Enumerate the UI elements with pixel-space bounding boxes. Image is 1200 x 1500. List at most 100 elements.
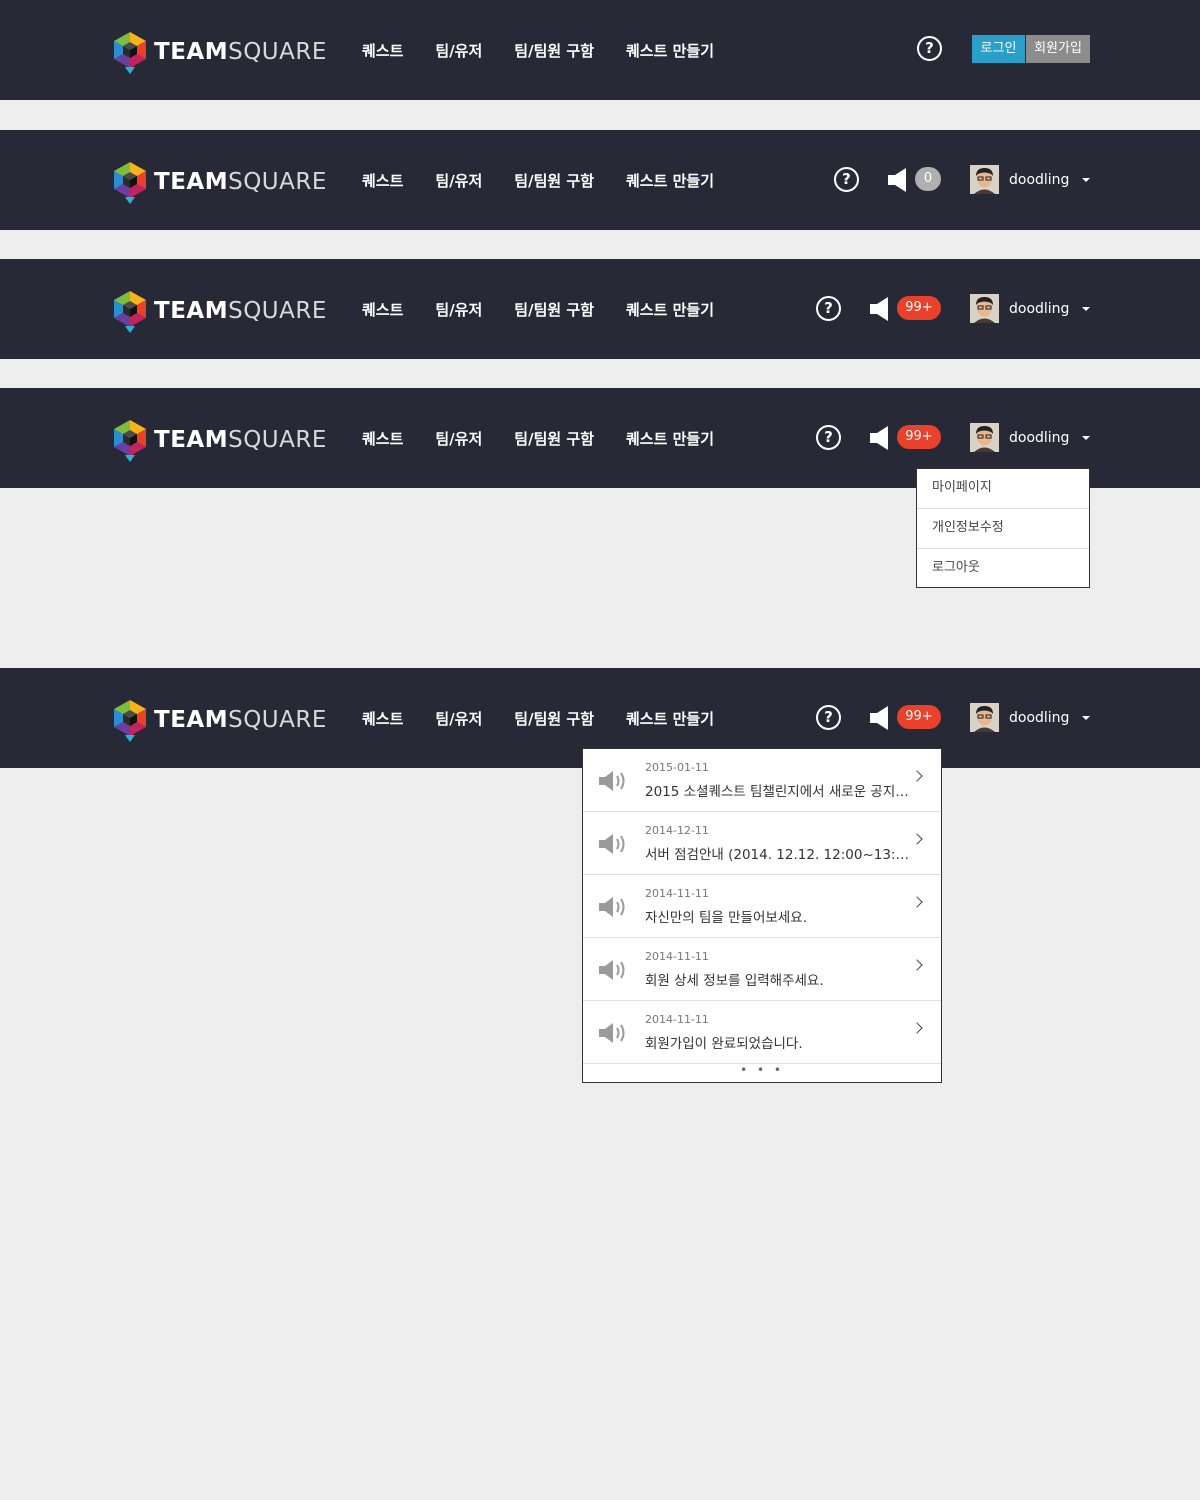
teamsquare-logo-icon — [114, 291, 146, 333]
username: doodling — [1009, 709, 1070, 726]
notice-item[interactable]: 2015-01-11 2015 소셜퀘스트 팀챌린지에서 새로운 공지가... — [583, 749, 941, 812]
logo-text: TEAMSQUARE — [154, 706, 327, 733]
notification-badge[interactable]: 99+ — [897, 296, 941, 320]
logo-text: TEAMSQUARE — [154, 38, 327, 65]
help-icon[interactable]: ? — [917, 36, 942, 61]
avatar — [970, 703, 999, 732]
teamsquare-logo-icon — [114, 420, 146, 462]
nav-item-recruit[interactable]: 팀/팀원 구함 — [514, 170, 594, 191]
teamsquare-logo-icon — [114, 700, 146, 742]
nav-item-recruit[interactable]: 팀/팀원 구함 — [514, 40, 594, 61]
notice-date: 2015-01-11 — [645, 761, 709, 774]
nav-item-team-user[interactable]: 팀/유저 — [435, 170, 482, 191]
nav-item-create-quest[interactable]: 퀘스트 만들기 — [626, 170, 714, 191]
notice-text: 회원 상세 정보를 입력해주세요. — [645, 973, 824, 989]
nav-item-quest[interactable]: 퀘스트 — [362, 40, 403, 61]
notice-dropdown: 2015-01-11 2015 소셜퀘스트 팀챌린지에서 새로운 공지가... … — [582, 748, 942, 1083]
header-bar-logged-out: TEAMSQUARE 퀘스트 팀/유저 팀/팀원 구함 퀘스트 만들기 ? 로그… — [0, 0, 1200, 100]
nav-item-quest[interactable]: 퀘스트 — [362, 299, 403, 320]
notice-date: 2014-11-11 — [645, 1013, 709, 1026]
nav-item-quest[interactable]: 퀘스트 — [362, 170, 403, 191]
nav-item-team-user[interactable]: 팀/유저 — [435, 40, 482, 61]
avatar — [970, 294, 999, 323]
username: doodling — [1009, 300, 1070, 317]
menu-item-logout[interactable]: 로그아웃 — [917, 549, 1089, 587]
logo-text: TEAMSQUARE — [154, 426, 327, 453]
nav-item-recruit[interactable]: 팀/팀원 구함 — [514, 428, 594, 449]
main-nav: 퀘스트 팀/유저 팀/팀원 구함 퀘스트 만들기 — [362, 0, 746, 100]
nav-item-create-quest[interactable]: 퀘스트 만들기 — [626, 708, 714, 729]
nav-item-team-user[interactable]: 팀/유저 — [435, 708, 482, 729]
caret-down-icon[interactable] — [1082, 716, 1090, 720]
help-icon[interactable]: ? — [834, 167, 859, 192]
notice-item[interactable]: 2014-11-11 회원가입이 완료되었습니다. — [583, 1001, 941, 1064]
chevron-right-icon — [911, 770, 923, 782]
user-profile[interactable]: doodling — [970, 423, 1069, 452]
notice-date: 2014-11-11 — [645, 887, 709, 900]
header-bar-logged-in-notices: TEAMSQUARE 퀘스트 팀/유저 팀/팀원 구함 퀘스트 만들기 ? 99… — [0, 259, 1200, 359]
teamsquare-logo-icon — [114, 32, 146, 74]
user-profile[interactable]: doodling — [970, 703, 1069, 732]
logo[interactable]: TEAMSQUARE — [110, 418, 327, 462]
logo-text: TEAMSQUARE — [154, 168, 327, 195]
logo-text: TEAMSQUARE — [154, 297, 327, 324]
caret-down-icon[interactable] — [1082, 178, 1090, 182]
notice-text: 2015 소셜퀘스트 팀챌린지에서 새로운 공지가... — [645, 784, 909, 800]
notice-date: 2014-11-11 — [645, 950, 709, 963]
help-icon[interactable]: ? — [816, 425, 841, 450]
nav-item-recruit[interactable]: 팀/팀원 구함 — [514, 299, 594, 320]
help-icon[interactable]: ? — [816, 296, 841, 321]
avatar — [970, 165, 999, 194]
logo[interactable]: TEAMSQUARE — [110, 698, 327, 742]
login-button[interactable]: 로그인 — [972, 35, 1025, 63]
speaker-icon — [599, 895, 629, 919]
nav-item-create-quest[interactable]: 퀘스트 만들기 — [626, 428, 714, 449]
notice-item[interactable]: 2014-11-11 회원 상세 정보를 입력해주세요. — [583, 938, 941, 1001]
chevron-right-icon — [911, 959, 923, 971]
avatar — [970, 423, 999, 452]
username: doodling — [1009, 429, 1070, 446]
help-icon[interactable]: ? — [816, 705, 841, 730]
menu-item-mypage[interactable]: 마이페이지 — [917, 469, 1089, 509]
nav-item-team-user[interactable]: 팀/유저 — [435, 428, 482, 449]
notification-badge[interactable]: 0 — [915, 167, 941, 191]
caret-down-icon[interactable] — [1082, 307, 1090, 311]
chevron-right-icon — [911, 833, 923, 845]
notice-item[interactable]: 2014-11-11 자신만의 팀을 만들어보세요. — [583, 875, 941, 938]
main-nav: 퀘스트 팀/유저 팀/팀원 구함 퀘스트 만들기 — [362, 388, 746, 488]
notification-badge[interactable]: 99+ — [897, 425, 941, 449]
nav-item-create-quest[interactable]: 퀘스트 만들기 — [626, 299, 714, 320]
speaker-icon[interactable] — [888, 168, 908, 192]
menu-item-edit-profile[interactable]: 개인정보수정 — [917, 509, 1089, 549]
join-button[interactable]: 회원가입 — [1026, 35, 1090, 63]
speaker-icon[interactable] — [870, 426, 890, 450]
user-dropdown-menu: 마이페이지 개인정보수정 로그아웃 — [916, 468, 1090, 588]
nav-item-quest[interactable]: 퀘스트 — [362, 428, 403, 449]
notice-text: 회원가입이 완료되었습니다. — [645, 1036, 803, 1052]
more-notices-button[interactable]: • • • — [583, 1064, 941, 1082]
speaker-icon — [599, 1021, 629, 1045]
logo[interactable]: TEAMSQUARE — [110, 289, 327, 333]
speaker-icon[interactable] — [870, 297, 890, 321]
notice-item[interactable]: 2014-12-11 서버 점검안내 (2014. 12.12. 12:00~1… — [583, 812, 941, 875]
nav-item-quest[interactable]: 퀘스트 — [362, 708, 403, 729]
main-nav: 퀘스트 팀/유저 팀/팀원 구함 퀘스트 만들기 — [362, 130, 746, 230]
speaker-icon — [599, 832, 629, 856]
caret-down-icon[interactable] — [1082, 436, 1090, 440]
logo[interactable]: TEAMSQUARE — [110, 160, 327, 204]
user-profile[interactable]: doodling — [970, 165, 1069, 194]
speaker-icon[interactable] — [870, 706, 890, 730]
notice-text: 자신만의 팀을 만들어보세요. — [645, 910, 807, 926]
nav-item-team-user[interactable]: 팀/유저 — [435, 299, 482, 320]
username: doodling — [1009, 171, 1070, 188]
main-nav: 퀘스트 팀/유저 팀/팀원 구함 퀘스트 만들기 — [362, 259, 746, 359]
chevron-right-icon — [911, 1022, 923, 1034]
chevron-right-icon — [911, 896, 923, 908]
nav-item-recruit[interactable]: 팀/팀원 구함 — [514, 708, 594, 729]
speaker-icon — [599, 769, 629, 793]
user-profile[interactable]: doodling — [970, 294, 1069, 323]
notice-date: 2014-12-11 — [645, 824, 709, 837]
logo[interactable]: TEAMSQUARE — [110, 30, 327, 74]
nav-item-create-quest[interactable]: 퀘스트 만들기 — [626, 40, 714, 61]
notification-badge[interactable]: 99+ — [897, 705, 941, 729]
